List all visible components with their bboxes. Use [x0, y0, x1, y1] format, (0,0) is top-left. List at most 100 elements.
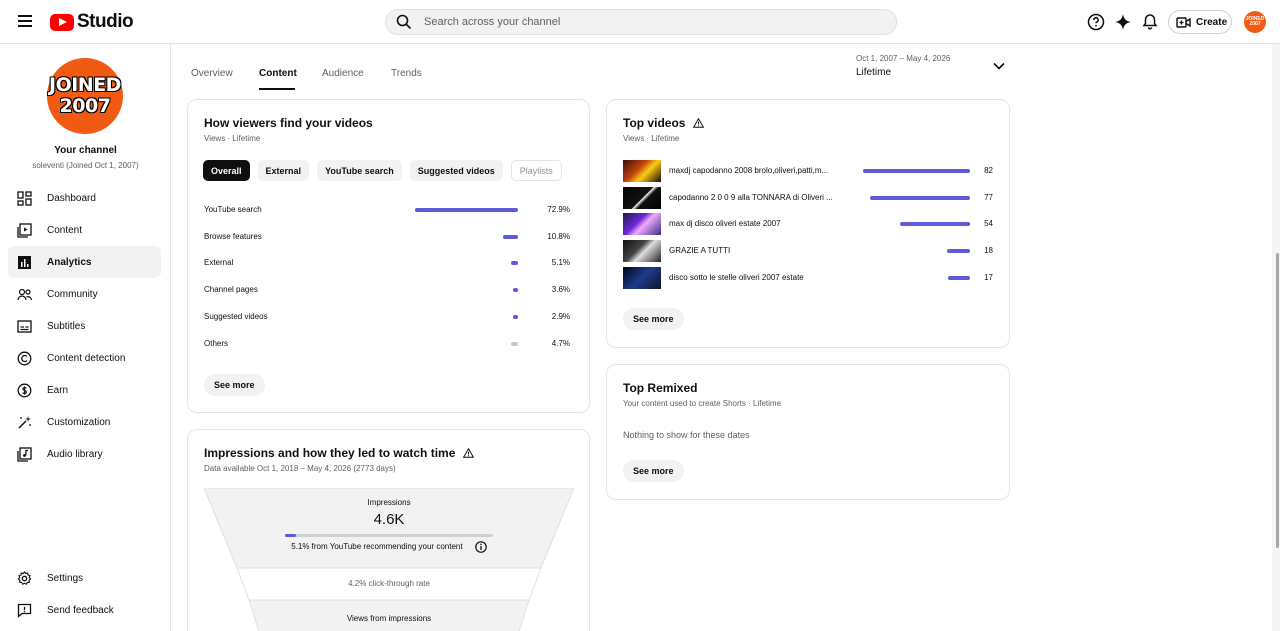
tab-audience[interactable]: Audience [322, 68, 364, 79]
video-thumbnail[interactable] [623, 240, 661, 263]
traffic-source-percent: 5.1% [551, 258, 570, 268]
sidebar-item-label: Dashboard [47, 192, 96, 204]
sidebar-item-analytics[interactable]: Analytics [8, 246, 161, 278]
see-more-button[interactable]: See more [204, 374, 265, 396]
card-title: Impressions and how they led to watch ti… [204, 446, 475, 460]
traffic-sources-card: How viewers find your videos Views · Lif… [187, 99, 590, 413]
card-subtitle: Data available Oct 1, 2018 – May 4, 2026… [204, 464, 396, 473]
impressions-value: 4.6K [373, 511, 405, 528]
video-thumbnail[interactable] [623, 213, 661, 236]
top-video-row[interactable]: capodanno 2 0 0 9 alla TONNARA di Oliver… [623, 186, 993, 209]
sidebar-item-subtitles[interactable]: Subtitles [8, 310, 161, 342]
video-title[interactable]: capodanno 2 0 0 9 alla TONNARA di Oliver… [669, 193, 849, 202]
analytics-icon [17, 255, 32, 270]
traffic-source-percent: 72.9% [547, 205, 570, 214]
menu-icon[interactable] [18, 15, 32, 27]
ctr-text: 4.2% click-through rate [348, 579, 430, 588]
search-input[interactable] [424, 16, 824, 28]
video-views: 77 [984, 192, 993, 202]
video-title[interactable]: max dj disco oliveri estate 2007 [669, 219, 849, 228]
traffic-source-name: YouTube search [204, 205, 262, 214]
recommendation-progress-track [285, 534, 493, 537]
sidebar-item-send-feedback[interactable]: Send feedback [8, 594, 161, 626]
traffic-source-row: Suggested videos 2.9% [204, 312, 570, 326]
top-video-row[interactable]: disco sotto le stelle oliveri 2007 estat… [623, 266, 993, 289]
tab-content[interactable]: Content [259, 68, 297, 79]
video-thumbnail[interactable] [623, 266, 661, 289]
channel-avatar[interactable]: JOINED 2007 [47, 58, 123, 134]
sidebar-item-label: Subtitles [47, 320, 86, 332]
search-bar[interactable] [385, 9, 897, 35]
top-video-row[interactable]: maxdj capodanno 2008 brolo,oliveri,patti… [623, 160, 993, 182]
chip-suggested-videos[interactable]: Suggested videos [409, 160, 503, 181]
audio-library-icon [17, 446, 32, 462]
top-video-row[interactable]: GRAZIE A TUTTI 18 [623, 240, 993, 263]
date-range-selector[interactable]: Oct 1, 2007 – May 4, 2026 Lifetime [856, 54, 950, 78]
sidebar: JOINED 2007 Your channel soleventi (Join… [0, 44, 171, 631]
studio-logo[interactable]: Studio [50, 11, 134, 33]
video-title[interactable]: disco sotto le stelle oliveri 2007 estat… [669, 273, 849, 282]
traffic-source-percent: 10.8% [547, 231, 570, 241]
warning-icon[interactable] [463, 448, 475, 458]
chip-overall[interactable]: Overall [203, 160, 250, 181]
video-views-bar [863, 169, 970, 173]
sidebar-item-label: Settings [47, 572, 84, 584]
sidebar-item-community[interactable]: Community [8, 278, 161, 310]
traffic-source-row: Channel pages 3.6% [204, 285, 570, 299]
sidebar-item-label: Analytics [47, 256, 92, 268]
date-range-label: Lifetime [856, 67, 892, 78]
account-avatar[interactable]: JOINED 2007 [1244, 11, 1266, 33]
scrollbar-thumb[interactable] [1276, 253, 1279, 548]
sidebar-item-content-detection[interactable]: Content detection [8, 342, 161, 374]
feedback-icon [17, 603, 32, 618]
bell-icon[interactable] [1141, 13, 1159, 31]
traffic-source-bar [503, 234, 518, 239]
chevron-down-icon[interactable] [993, 62, 1005, 70]
video-views-bar [900, 222, 970, 227]
traffic-source-row: External 5.1% [204, 258, 570, 272]
traffic-source-row: Others 4.7% [204, 339, 570, 353]
tab-overview[interactable]: Overview [191, 68, 233, 79]
info-icon[interactable] [474, 541, 487, 553]
chip-youtube-search[interactable]: YouTube search [317, 160, 402, 181]
tab-trends[interactable]: Trends [391, 68, 422, 79]
sidebar-nav: Dashboard Content Analytics Community Su… [8, 182, 161, 470]
create-label: Create [1196, 16, 1228, 28]
sidebar-item-label: Audio library [47, 448, 103, 460]
sidebar-item-earn[interactable]: Earn [8, 374, 161, 406]
top-remixed-card: Top Remixed Your content used to create … [606, 364, 1010, 500]
dashboard-icon [17, 190, 32, 206]
video-views: 82 [984, 166, 993, 175]
top-video-row[interactable]: max dj disco oliveri estate 2007 54 [623, 213, 993, 236]
video-title[interactable]: maxdj capodanno 2008 brolo,oliveri,patti… [669, 166, 849, 175]
recommendation-text: 5.1% from YouTube recommending your cont… [291, 542, 463, 552]
recommendation-row: 5.1% from YouTube recommending your cont… [204, 541, 574, 553]
avatar-text-line2: 2007 [1249, 21, 1261, 27]
traffic-source-bar [511, 261, 518, 266]
recommendation-progress-fill [285, 534, 296, 537]
warning-icon[interactable] [693, 118, 705, 128]
video-thumbnail[interactable] [623, 186, 661, 209]
video-title[interactable]: GRAZIE A TUTTI [669, 246, 849, 255]
sidebar-item-dashboard[interactable]: Dashboard [8, 182, 161, 214]
sidebar-item-customization[interactable]: Customization [8, 406, 161, 438]
traffic-source-percent: 3.6% [551, 285, 570, 295]
create-button[interactable]: Create [1168, 10, 1232, 34]
video-thumbnail[interactable] [623, 160, 661, 182]
chip-external[interactable]: External [257, 160, 310, 181]
content-icon [17, 222, 32, 238]
analytics-tabs: Overview Content Audience Trends [171, 44, 1272, 99]
sidebar-item-audio-library[interactable]: Audio library [8, 438, 161, 470]
active-tab-indicator [259, 88, 295, 90]
date-range-dates: Oct 1, 2007 – May 4, 2026 [856, 54, 951, 63]
chip-playlists[interactable]: Playlists [510, 160, 562, 181]
traffic-source-name: External [204, 258, 234, 268]
see-more-button[interactable]: See more [623, 308, 684, 330]
sidebar-item-settings[interactable]: Settings [8, 562, 161, 594]
help-icon[interactable] [1087, 13, 1105, 31]
sidebar-item-content[interactable]: Content [8, 214, 161, 246]
see-more-button[interactable]: See more [623, 460, 684, 482]
copyright-icon [17, 351, 32, 366]
traffic-source-bar [513, 314, 518, 319]
sparkle-icon[interactable] [1114, 13, 1132, 31]
